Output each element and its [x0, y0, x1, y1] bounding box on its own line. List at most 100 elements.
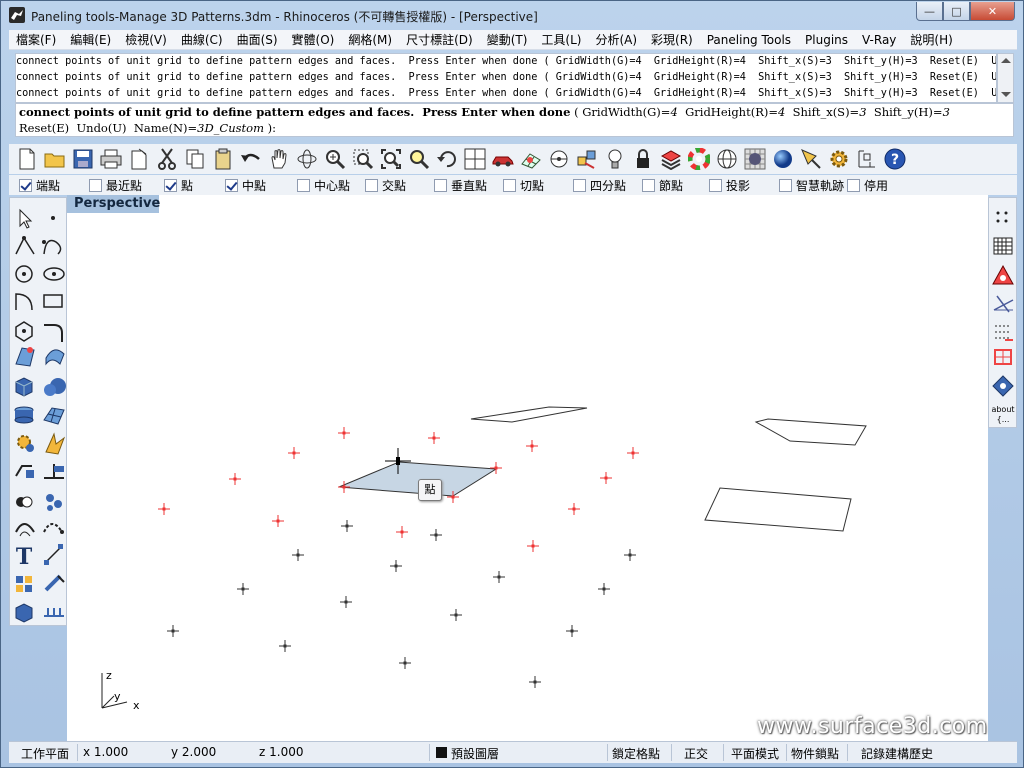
offset-curve-dashed-icon[interactable] — [43, 523, 64, 534]
select-arrow-icon[interactable] — [19, 208, 33, 229]
menu-item[interactable]: 彩現(R) — [644, 30, 700, 50]
layer-color-swatch[interactable] — [436, 747, 447, 758]
grid-point[interactable] — [167, 625, 179, 637]
point-icon[interactable] — [51, 216, 55, 220]
reference-rectangle-1[interactable] — [470, 406, 588, 423]
osnap-checkbox[interactable] — [847, 179, 860, 192]
osnap-option[interactable]: 點 — [164, 177, 193, 194]
grid-point[interactable] — [390, 560, 402, 572]
rectangle-icon[interactable] — [43, 294, 63, 308]
cylinder-surface-icon[interactable] — [14, 406, 34, 424]
selected-grid-point[interactable] — [396, 526, 408, 538]
status-ortho[interactable]: 正交 — [684, 745, 708, 762]
four-viewports-icon[interactable] — [463, 147, 487, 171]
osnap-checkbox[interactable] — [19, 179, 32, 192]
osnap-checkbox[interactable] — [573, 179, 586, 192]
status-cplane[interactable]: 工作平面 — [21, 745, 69, 762]
shifty-value[interactable]: 3 — [943, 105, 950, 119]
osnap-option[interactable]: 四分點 — [573, 177, 626, 194]
osnap-option[interactable]: 節點 — [642, 177, 683, 194]
surface-grid-icon[interactable] — [993, 237, 1013, 255]
selected-grid-point[interactable] — [526, 440, 538, 452]
box-solid-icon[interactable] — [15, 377, 33, 397]
grid-point[interactable] — [341, 520, 353, 532]
wireframe-sphere-icon[interactable] — [715, 147, 739, 171]
print-icon[interactable] — [99, 147, 123, 171]
osnap-checkbox[interactable] — [709, 179, 722, 192]
ellipse-icon[interactable] — [43, 267, 65, 281]
array-icon[interactable] — [46, 494, 62, 511]
grid-point[interactable] — [237, 583, 249, 595]
osnap-checkbox[interactable] — [164, 179, 177, 192]
grid-point[interactable] — [598, 583, 610, 595]
rendered-sphere-icon[interactable] — [771, 147, 795, 171]
osnap-option[interactable]: 最近點 — [89, 177, 142, 194]
command-prompt[interactable]: connect points of unit grid to define pa… — [15, 103, 1014, 137]
dimension-grid-icon[interactable] — [993, 295, 1014, 313]
status-planar[interactable]: 平面模式 — [731, 745, 779, 762]
curve-icon[interactable] — [42, 239, 62, 255]
grid-point[interactable] — [340, 596, 352, 608]
open-folder-icon[interactable] — [43, 147, 67, 171]
help-icon[interactable]: ? — [883, 147, 907, 171]
explode-gear-icon[interactable] — [17, 435, 34, 452]
selected-grid-point[interactable] — [627, 447, 639, 459]
menu-item[interactable]: 檢視(V) — [118, 30, 174, 50]
prompt-options-line2[interactable]: Reset(E) Undo(U) Name(N)= — [19, 121, 197, 135]
zoom-selected-icon[interactable] — [407, 147, 431, 171]
zoom-dynamic-icon[interactable] — [323, 147, 347, 171]
maximize-button[interactable]: □ — [943, 2, 970, 21]
menu-item[interactable]: 編輯(E) — [63, 30, 118, 50]
osnap-checkbox[interactable] — [297, 179, 310, 192]
car-render-icon[interactable] — [491, 147, 515, 171]
osnap-option[interactable]: 垂直點 — [434, 177, 487, 194]
circle-icon[interactable] — [15, 265, 33, 283]
grid-point[interactable] — [430, 529, 442, 541]
menu-item[interactable]: 工具(L) — [534, 30, 588, 50]
grid-point[interactable] — [493, 571, 505, 583]
status-record-history[interactable]: 記錄建構歷史 — [861, 745, 933, 762]
viewport-canvas[interactable]: zyx — [67, 195, 988, 741]
menu-item[interactable]: 曲線(C) — [174, 30, 230, 50]
menu-item[interactable]: 分析(A) — [588, 30, 644, 50]
edit-tools-icon[interactable] — [44, 574, 65, 592]
pan-hand-icon[interactable] — [267, 147, 291, 171]
osnap-checkbox[interactable] — [779, 179, 792, 192]
menu-item[interactable]: 曲面(S) — [230, 30, 285, 50]
shaded-grid-sphere-icon[interactable] — [743, 147, 767, 171]
menu-item[interactable]: V-Ray — [855, 30, 903, 50]
reference-rectangle-2[interactable] — [754, 418, 867, 446]
perspective-viewport[interactable]: zyx Perspective 點 www.surface3d.com.tw — [67, 195, 988, 741]
selected-grid-point[interactable] — [158, 503, 170, 515]
menu-item[interactable]: Plugins — [798, 30, 855, 50]
manage-pattern-icon[interactable] — [992, 375, 1014, 397]
new-file-icon[interactable] — [15, 147, 39, 171]
selected-grid-point[interactable] — [272, 515, 284, 527]
undo-view-icon[interactable] — [435, 147, 459, 171]
status-layer[interactable]: 預設圖層 — [451, 745, 499, 762]
osnap-checkbox[interactable] — [503, 179, 516, 192]
boolean-split-icon[interactable] — [45, 432, 66, 455]
grid-point[interactable] — [450, 609, 462, 621]
transform-tools-icon[interactable] — [15, 465, 34, 478]
prompt-option-shiftx-label[interactable]: Shift_x(S)= — [785, 105, 860, 119]
grid-tools-icon[interactable] — [16, 576, 32, 592]
trim-split-icon[interactable] — [44, 464, 64, 479]
save-icon[interactable] — [71, 147, 95, 171]
osnap-option[interactable]: 智慧軌跡 — [779, 177, 844, 194]
osnap-checkbox[interactable] — [642, 179, 655, 192]
prompt-option-gridwidth-label[interactable]: ( GridWidth(G)= — [570, 105, 670, 119]
rotate-view-icon[interactable] — [295, 147, 319, 171]
zoom-window-icon[interactable] — [351, 147, 375, 171]
grid-point[interactable] — [279, 640, 291, 652]
grid-point[interactable] — [399, 657, 411, 669]
selected-grid-point[interactable] — [229, 473, 241, 485]
shiftx-value[interactable]: 3 — [859, 105, 866, 119]
selected-grid-point[interactable] — [428, 432, 440, 444]
command-history[interactable]: connect points of unit grid to define pa… — [15, 53, 997, 103]
grid-point[interactable] — [292, 549, 304, 561]
grid-points-icon[interactable] — [996, 211, 1008, 223]
grid-point[interactable] — [566, 625, 578, 637]
cut-icon[interactable] — [155, 147, 179, 171]
osnap-option[interactable]: 端點 — [19, 177, 60, 194]
